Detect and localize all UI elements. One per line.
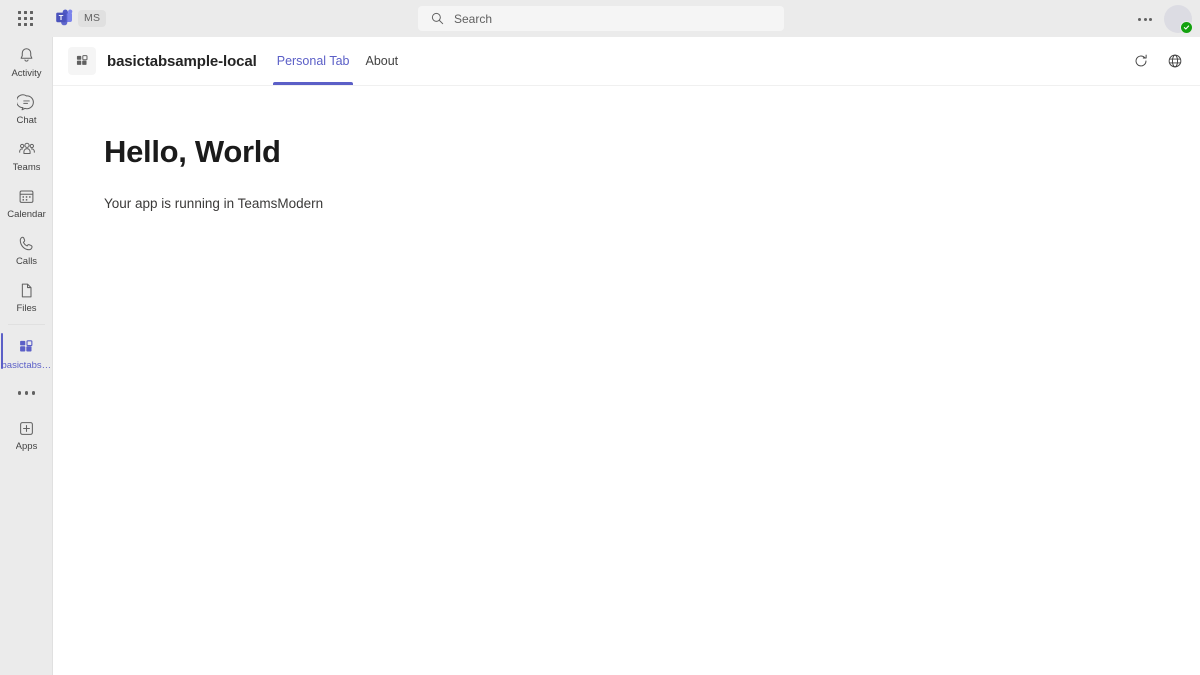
grid-dot: [18, 11, 21, 14]
tab-label: Personal Tab: [276, 54, 350, 68]
apps-grid-icon: [17, 336, 36, 358]
phone-icon: [17, 232, 36, 254]
grid-dot: [18, 23, 21, 26]
app-stage: basictabsample-local Personal Tab About: [53, 37, 1200, 675]
grid-apps-icon[interactable]: [17, 10, 35, 28]
chat-icon: [17, 91, 36, 113]
grid-dot: [30, 17, 33, 20]
sidebar-item-calendar[interactable]: Calendar: [0, 178, 53, 225]
page-title: basictabsample-local: [107, 52, 257, 70]
sidebar-item-calls[interactable]: Calls: [0, 225, 53, 272]
globe-icon[interactable]: [1162, 48, 1188, 74]
top-bar: T MS Search: [0, 0, 1200, 37]
tab-personal-tab[interactable]: Personal Tab: [269, 37, 358, 85]
dot: [31, 391, 36, 395]
header-actions: [1128, 37, 1188, 85]
more-horizontal-icon[interactable]: [1135, 11, 1155, 27]
sidebar-item-label: Calendar: [7, 209, 46, 220]
sidebar-item-basictabsample[interactable]: basictabsa...: [0, 329, 53, 376]
sidebar-item-label: Activity: [11, 68, 42, 79]
bell-icon: [17, 44, 36, 66]
dot: [24, 391, 29, 395]
divider: [7, 324, 45, 325]
tab-about[interactable]: About: [357, 37, 406, 85]
content-heading: Hello, World: [104, 134, 281, 169]
calendar-icon: [17, 185, 36, 207]
avatar[interactable]: [1164, 5, 1193, 34]
dot: [1143, 17, 1147, 21]
sidebar-item-teams[interactable]: Teams: [0, 131, 53, 178]
search-icon: [431, 12, 444, 25]
sidebar-item-label: Teams: [12, 162, 41, 173]
teams-logo-icon[interactable]: T: [54, 8, 75, 29]
people-icon: [17, 138, 37, 160]
grid-dot: [30, 23, 33, 26]
search-input[interactable]: Search: [418, 6, 784, 31]
sidebar-item-chat[interactable]: Chat: [0, 84, 53, 131]
grid-dot: [30, 11, 33, 14]
teams-window: T MS Search Activity Chat Teams Calendar…: [0, 0, 1200, 675]
grid-dot: [24, 11, 27, 14]
sidebar-item-label: Files: [16, 303, 37, 314]
sidebar-item-label: Apps: [15, 441, 38, 452]
tab-content: Hello, World Your app is running in Team…: [53, 86, 1200, 211]
sidebar-item-label: Chat: [16, 115, 37, 126]
dot: [17, 391, 22, 395]
status-badge: [1180, 21, 1193, 34]
file-icon: [17, 279, 36, 301]
search-placeholder: Search: [454, 11, 493, 26]
dot: [1149, 17, 1152, 21]
sidebar-item-files[interactable]: Files: [0, 272, 53, 319]
content-subtext: Your app is running in TeamsModern: [104, 196, 324, 211]
sidebar-overflow-more-horizontal-icon[interactable]: [0, 376, 53, 410]
add-square-icon: [17, 417, 36, 439]
tab-label: About: [365, 54, 399, 68]
tenant-badge[interactable]: MS: [78, 10, 107, 27]
tab-bar: Personal Tab About: [269, 37, 406, 85]
sidebar-item-activity[interactable]: Activity: [0, 37, 53, 84]
grid-dot: [18, 17, 21, 20]
dot: [1138, 17, 1141, 21]
grid-dot: [24, 17, 27, 20]
grid-dot: [24, 23, 27, 26]
left-rail: Activity Chat Teams Calendar Calls Files…: [0, 37, 53, 675]
app-header: basictabsample-local Personal Tab About: [53, 37, 1200, 86]
refresh-icon[interactable]: [1128, 48, 1154, 74]
check-icon: [1183, 25, 1190, 30]
sidebar-item-apps[interactable]: Apps: [0, 410, 53, 457]
apps-grid-icon: [68, 47, 96, 75]
svg-text:T: T: [59, 13, 64, 22]
sidebar-item-label: basictabsa...: [1, 360, 52, 371]
sidebar-item-label: Calls: [15, 256, 38, 267]
